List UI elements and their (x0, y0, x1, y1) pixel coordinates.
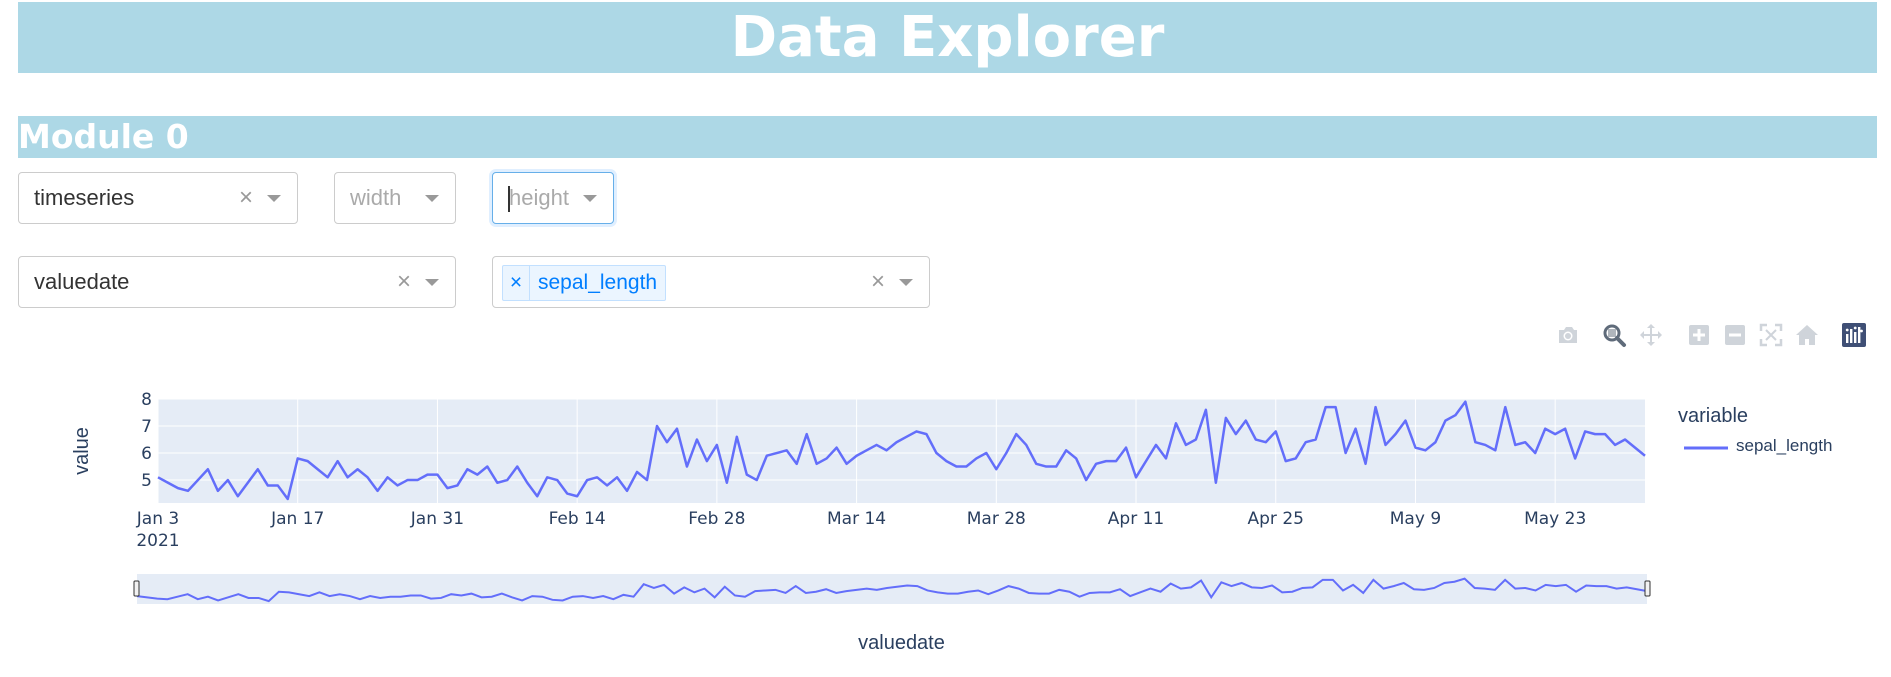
y-axis: 5 6 7 8 (141, 390, 152, 491)
x-tick-label: May 23 (1524, 509, 1586, 529)
legend-label: sepal_length (1736, 436, 1833, 455)
y-axis-title: value (71, 427, 93, 475)
legend-title: variable (1678, 405, 1749, 427)
legend-line-swatch (1684, 446, 1728, 450)
y-tick-label: 8 (141, 390, 152, 410)
x-tick-label: Jan 3 (136, 509, 179, 529)
legend-item-sepal-length[interactable] (1682, 437, 1730, 459)
x-tick-label: Jan 31 (410, 509, 464, 529)
x-axis-year-label: 2021 (136, 531, 179, 551)
rangeslider-right-handle[interactable] (1644, 580, 1651, 597)
y-tick-label: 5 (141, 471, 152, 491)
y-tick-label: 7 (141, 417, 152, 437)
x-axis: Jan 3 Jan 17 Jan 31 Feb 14 Feb 28 Mar 14 Mar 2… (136, 509, 1586, 529)
x-axis-title: valuedate (858, 632, 945, 654)
timeseries-chart[interactable]: 5 6 7 8 Jan 3 Jan 17 Jan 31 Feb 14 Feb 28 Mar 14… (0, 0, 1891, 677)
x-tick-label: Mar 14 (827, 509, 886, 529)
x-tick-label: May 9 (1390, 509, 1441, 529)
x-tick-label: Apr 11 (1108, 509, 1164, 529)
x-tick-label: Jan 17 (270, 509, 324, 529)
x-tick-label: Feb 28 (688, 509, 745, 529)
rangeslider-left-handle[interactable] (133, 580, 140, 597)
y-tick-label: 6 (141, 444, 152, 464)
x-tick-label: Mar 28 (967, 509, 1026, 529)
x-tick-label: Feb 14 (549, 509, 606, 529)
x-tick-label: Apr 25 (1248, 509, 1304, 529)
